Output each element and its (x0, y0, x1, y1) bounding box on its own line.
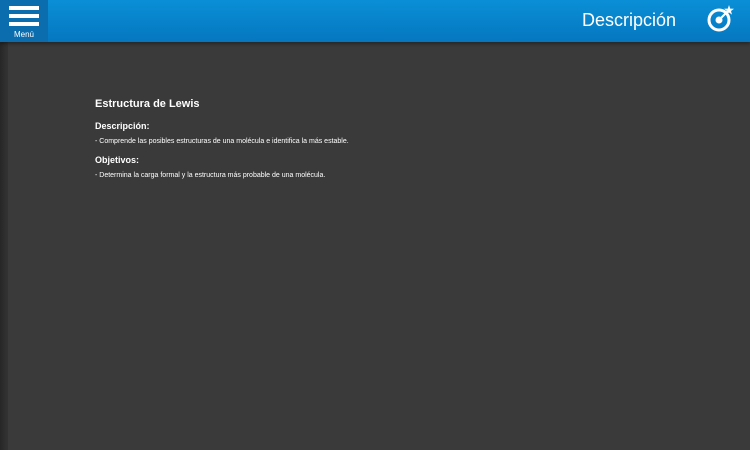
left-edge (0, 42, 8, 450)
top-bar: Menú Descripción (0, 0, 750, 42)
description-text: - Comprende las posibles estructuras de … (95, 138, 349, 145)
menu-button[interactable]: Menú (0, 0, 48, 42)
objectives-text: - Determina la carga formal y la estruct… (95, 172, 326, 179)
objectives-heading: Objetivos: (95, 155, 140, 165)
description-panel: Estructura de Lewis Descripción: - Compr… (95, 97, 655, 188)
description-heading: Descripción: (95, 121, 150, 131)
hamburger-icon (9, 6, 39, 28)
menu-label: Menú (13, 30, 34, 39)
page-header-title: Descripción (581, 10, 676, 30)
target-star-icon[interactable] (706, 4, 736, 34)
content-title: Estructura de Lewis (95, 98, 200, 110)
